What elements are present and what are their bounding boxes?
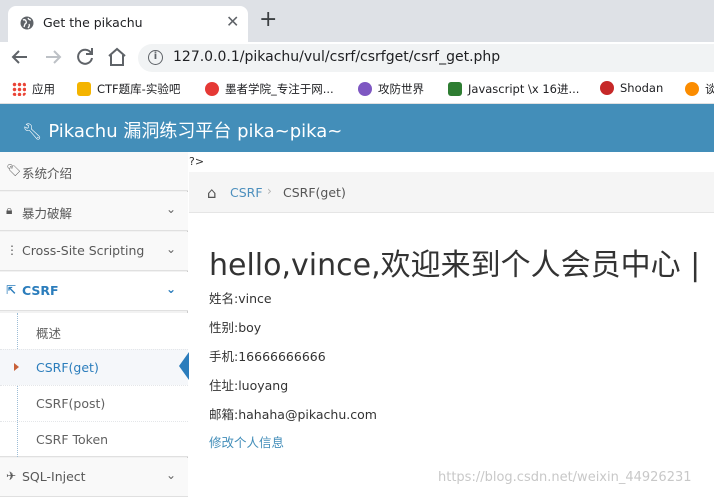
sidebar-item-label: SQL-Inject	[22, 469, 86, 484]
ctf-icon	[77, 82, 91, 96]
wrench-icon: 🔧︎	[22, 122, 43, 141]
bookmark-ctf[interactable]: CTF题库-实验吧	[77, 81, 180, 97]
close-tab-icon[interactable]: ✕	[226, 12, 239, 31]
lock-icon: 🔒︎	[6, 203, 13, 217]
page-title: hello,vince,欢迎来到个人会员中心 |	[209, 248, 701, 283]
home-icon[interactable]: ⌂	[207, 184, 217, 202]
bookmarks-bar: 应用 CTF题库-实验吧 墨者学院_专注于网... 攻防世界 Javascrip…	[0, 74, 714, 104]
chevron-down-icon: ⌄	[165, 202, 176, 216]
tags-icon: 🏷︎	[6, 163, 22, 177]
csrf-submenu: 概述 CSRF(get) CSRF(post) CSRF Token	[0, 313, 188, 457]
sidebar-item-label: 暴力破解	[22, 206, 73, 221]
submenu-item-label: CSRF(get)	[36, 360, 99, 375]
submenu-item-label: 概述	[36, 326, 62, 341]
sidebar-item-label: CSRF	[22, 283, 59, 298]
chevron-down-icon: ⌄	[165, 282, 176, 296]
back-arrow-icon[interactable]	[8, 45, 32, 69]
edit-profile-link[interactable]: 修改个人信息	[209, 432, 284, 451]
globe-icon	[20, 16, 34, 30]
stray-code-text: ?>	[189, 155, 205, 168]
submenu-item-csrf-post[interactable]: CSRF(post)	[0, 385, 188, 421]
share-icon: ⇱	[6, 283, 17, 297]
field-address: 住址:luoyang	[209, 378, 289, 393]
field-gender: 性别:boy	[209, 320, 262, 335]
submenu-item-overview[interactable]: 概述	[0, 313, 188, 349]
field-email: 邮箱:hahaha@pikachu.com	[209, 407, 377, 422]
chevron-down-icon: ⌄	[165, 468, 176, 482]
field-name: 姓名:vince	[209, 291, 272, 306]
watermark: https://blog.csdn.net/weixin_44926231	[438, 470, 692, 485]
browser-tab-strip: Get the pikachu ✕ +	[0, 0, 714, 42]
app-title[interactable]: 🔧︎ Pikachu 漏洞练习平台 pika~pika~	[22, 117, 342, 143]
bookmark-adworld[interactable]: 攻防世界	[358, 81, 424, 97]
sidebar-item-csrf[interactable]: ⇱ CSRF ⌄	[0, 272, 188, 311]
sitemap-icon: ⋮	[6, 243, 18, 257]
breadcrumb-current: CSRF(get)	[283, 185, 346, 200]
field-phone: 手机:16666666666	[209, 349, 326, 364]
submenu-item-label: CSRF Token	[36, 432, 109, 447]
chevron-down-icon: ⌄	[165, 242, 176, 256]
browser-tab[interactable]: Get the pikachu ✕	[8, 6, 248, 42]
app-header: 🔧︎ Pikachu 漏洞练习平台 pika~pika~	[0, 104, 714, 152]
new-tab-button[interactable]: +	[259, 8, 277, 32]
submenu-item-csrf-get[interactable]: CSRF(get)	[0, 349, 188, 385]
sidebar-item-label: 系统介绍	[22, 166, 73, 181]
apps-grid-icon	[12, 82, 26, 96]
active-item-pointer	[179, 352, 189, 380]
sidebar-item-intro[interactable]: 🏷︎ 系统介绍	[0, 152, 188, 191]
bookmark-mozhe[interactable]: 墨者学院_专注于网...	[205, 81, 334, 97]
javascript-icon	[448, 82, 462, 96]
sidebar-item-bruteforce[interactable]: 🔒︎ 暴力破解 ⌄	[0, 192, 188, 231]
breadcrumb: ⌂ CSRF › CSRF(get)	[189, 172, 714, 213]
tab-title: Get the pikachu	[43, 15, 143, 30]
url-text[interactable]: 127.0.0.1/pikachu/vul/csrf/csrfget/csrf_…	[173, 49, 500, 65]
browser-toolbar: i 127.0.0.1/pikachu/vul/csrf/csrfget/csr…	[0, 42, 714, 74]
sidebar-item-sqli[interactable]: ✈︎ SQL-Inject ⌄	[0, 458, 188, 497]
fighter-jet-icon: ✈︎	[6, 469, 17, 483]
breadcrumb-link-csrf[interactable]: CSRF	[230, 185, 263, 200]
sidebar-item-label: Cross-Site Scripting	[22, 243, 145, 258]
home-icon[interactable]	[105, 45, 129, 69]
bookmark-apps[interactable]: 应用	[12, 81, 55, 97]
bookmark-icon	[685, 82, 699, 96]
bookmark-overflow[interactable]: 谈	[685, 81, 714, 97]
mozhe-icon	[205, 82, 219, 96]
bookmark-javascript[interactable]: Javascript \x 16进...	[448, 81, 579, 97]
shodan-icon	[600, 81, 614, 95]
address-bar[interactable]: i 127.0.0.1/pikachu/vul/csrf/csrfget/csr…	[138, 44, 714, 72]
sidebar: 🏷︎ 系统介绍 🔒︎ 暴力破解 ⌄ ⋮ Cross-Site Scripting…	[0, 152, 188, 497]
reload-icon[interactable]	[73, 45, 97, 69]
sidebar-item-xss[interactable]: ⋮ Cross-Site Scripting ⌄	[0, 232, 188, 271]
submenu-item-label: CSRF(post)	[36, 396, 106, 411]
bookmark-shodan[interactable]: Shodan	[600, 81, 663, 95]
site-info-icon[interactable]: i	[148, 50, 163, 65]
caret-right-icon	[14, 363, 19, 371]
submenu-item-csrf-token[interactable]: CSRF Token	[0, 421, 188, 457]
breadcrumb-separator: ›	[267, 184, 272, 198]
adworld-icon	[358, 82, 372, 96]
forward-arrow-icon[interactable]	[41, 45, 65, 69]
